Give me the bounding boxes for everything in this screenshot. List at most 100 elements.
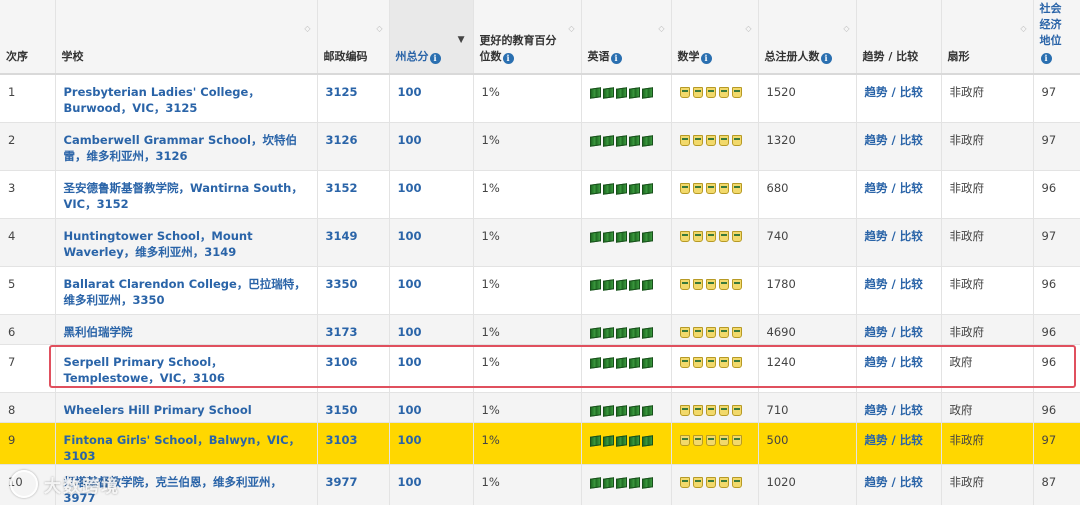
trend-compare-link[interactable]: 趋势 / 比较 (856, 422, 942, 464)
english-rating (581, 314, 672, 344)
book-icon (641, 434, 653, 447)
book-icon (589, 326, 601, 339)
info-icon[interactable]: i (1040, 53, 1052, 64)
state-score-cell[interactable]: 100 (389, 314, 474, 344)
math-rating (671, 266, 759, 314)
book-icon (602, 476, 614, 489)
school-link[interactable]: Ballarat Clarendon College，巴拉瑞特，维多利亚州，33… (64, 277, 306, 307)
header-better-education-percentile[interactable]: 更好的教育百分 位数 i ◇ (473, 0, 582, 75)
english-rating (581, 74, 672, 122)
trend-compare-link[interactable]: 趋势 / 比较 (856, 122, 942, 170)
postcode-cell[interactable]: 3103 (317, 422, 390, 464)
header-sector[interactable]: 扇形 ◇ (941, 0, 1034, 75)
postcode-cell[interactable]: 3125 (317, 74, 390, 122)
postcode-cell[interactable]: 3350 (317, 266, 390, 314)
book-icon (641, 278, 653, 291)
school-cell: Fintona Girls' School，Balwyn，VIC，3103 (55, 422, 318, 464)
trend-compare-link[interactable]: 趋势 / 比较 (856, 314, 942, 344)
info-icon[interactable]: i (610, 53, 622, 64)
enrolment-cell: 1520 (758, 74, 857, 122)
watermark-logo-icon (10, 470, 38, 498)
school-link[interactable]: 黑利伯瑞学院 (64, 325, 133, 339)
table-row: 7 Serpell Primary School，Templestowe，VIC，… (0, 344, 1080, 392)
header-postcode[interactable]: 邮政编码 ◇ (317, 0, 390, 75)
book-icon (615, 182, 627, 195)
school-link[interactable]: Camberwell Grammar School，坎特伯雷，维多利亚州，312… (64, 133, 298, 163)
header-trend-label: 趋势 / 比较 (862, 50, 919, 63)
percentile-cell: 1% (473, 122, 582, 170)
header-math-label: 数学 (677, 50, 700, 63)
school-cell: Presbyterian Ladies' College，Burwood，VIC… (55, 74, 318, 122)
state-score-cell[interactable]: 100 (389, 122, 474, 170)
calculator-icon (731, 230, 742, 242)
trend-compare-link[interactable]: 趋势 / 比较 (856, 392, 942, 422)
info-icon[interactable]: i (820, 53, 832, 64)
state-score-cell[interactable]: 100 (389, 218, 474, 266)
school-link[interactable]: Presbyterian Ladies' College，Burwood，VIC… (64, 85, 260, 115)
rank-cell: 8 (0, 392, 56, 422)
english-rating (581, 464, 672, 505)
header-enrolment[interactable]: 总注册人数 i ◇ (758, 0, 857, 75)
calculator-icon (679, 476, 690, 488)
book-icon (628, 434, 640, 447)
postcode-cell[interactable]: 3126 (317, 122, 390, 170)
english-rating (581, 218, 672, 266)
school-link[interactable]: Wheelers Hill Primary School (64, 403, 252, 417)
sector-cell: 政府 (941, 392, 1034, 422)
school-link[interactable]: Fintona Girls' School，Balwyn，VIC，3103 (64, 433, 301, 463)
info-icon[interactable]: i (502, 53, 514, 64)
calculator-icon (692, 134, 703, 146)
header-school[interactable]: 学校 ◇ (55, 0, 318, 75)
trend-compare-link[interactable]: 趋势 / 比较 (856, 218, 942, 266)
trend-compare-link[interactable]: 趋势 / 比较 (856, 464, 942, 505)
state-score-cell[interactable]: 100 (389, 464, 474, 505)
info-icon[interactable]: i (429, 53, 441, 64)
header-rank[interactable]: 次序 (0, 0, 56, 75)
state-score-cell[interactable]: 100 (389, 74, 474, 122)
state-score-cell[interactable]: 100 (389, 266, 474, 314)
enrolment-cell: 1780 (758, 266, 857, 314)
book-icon (641, 230, 653, 243)
state-score-cell[interactable]: 100 (389, 422, 474, 464)
header-ses-label-line2: 经济 (1039, 18, 1062, 31)
header-english[interactable]: 英语 i ◇ (581, 0, 672, 75)
school-cell: 圣安德鲁斯基督教学院，Wantirna South，VIC，3152 (55, 170, 318, 218)
school-cell: Ballarat Clarendon College，巴拉瑞特，维多利亚州，33… (55, 266, 318, 314)
sort-descending-icon: ▼ (457, 35, 465, 45)
header-math[interactable]: 数学 i ◇ (671, 0, 759, 75)
header-enrolment-label: 总注册人数 (764, 50, 820, 63)
english-rating (581, 344, 672, 392)
table-row: 2 Camberwell Grammar School，坎特伯雷，维多利亚州，31… (0, 122, 1080, 170)
header-trend[interactable]: 趋势 / 比较 (856, 0, 942, 75)
calculator-icon (692, 326, 703, 338)
school-ranking-table: 次序 学校 ◇ 邮政编码 ◇ 州总分 i ▼ 更好的教育百分 位数 i ◇ 英语 i ◇ 数学 i ◇… (0, 0, 1080, 505)
postcode-cell[interactable]: 3106 (317, 344, 390, 392)
info-icon[interactable]: i (700, 53, 712, 64)
school-link[interactable]: 圣安德鲁斯基督教学院，Wantirna South，VIC，3152 (64, 181, 303, 211)
calculator-icon (731, 326, 742, 338)
calculator-icon (718, 356, 729, 368)
state-score-cell[interactable]: 100 (389, 344, 474, 392)
state-score-cell[interactable]: 100 (389, 170, 474, 218)
header-state-score[interactable]: 州总分 i ▼ (389, 0, 474, 75)
postcode-cell[interactable]: 3173 (317, 314, 390, 344)
trend-compare-link[interactable]: 趋势 / 比较 (856, 344, 942, 392)
trend-compare-link[interactable]: 趋势 / 比较 (856, 266, 942, 314)
calculator-icon (718, 476, 729, 488)
header-postcode-label: 邮政编码 (323, 50, 368, 63)
percentile-cell: 1% (473, 422, 582, 464)
school-link[interactable]: Huntingtower School，Mount Waverley，维多利亚州… (64, 229, 253, 259)
postcode-cell[interactable]: 3152 (317, 170, 390, 218)
postcode-cell[interactable]: 3977 (317, 464, 390, 505)
postcode-cell[interactable]: 3150 (317, 392, 390, 422)
book-icon (628, 326, 640, 339)
sort-icon: ◇ (304, 24, 311, 33)
state-score-cell[interactable]: 100 (389, 392, 474, 422)
ses-cell: 96 (1041, 354, 1057, 369)
header-ses[interactable]: 社会 经济 地位 i (1033, 0, 1080, 75)
postcode-cell[interactable]: 3149 (317, 218, 390, 266)
rank-cell: 1 (0, 74, 56, 122)
trend-compare-link[interactable]: 趋势 / 比较 (856, 170, 942, 218)
trend-compare-link[interactable]: 趋势 / 比较 (856, 74, 942, 122)
school-link[interactable]: Serpell Primary School，Templestowe，VIC，3… (64, 355, 225, 385)
